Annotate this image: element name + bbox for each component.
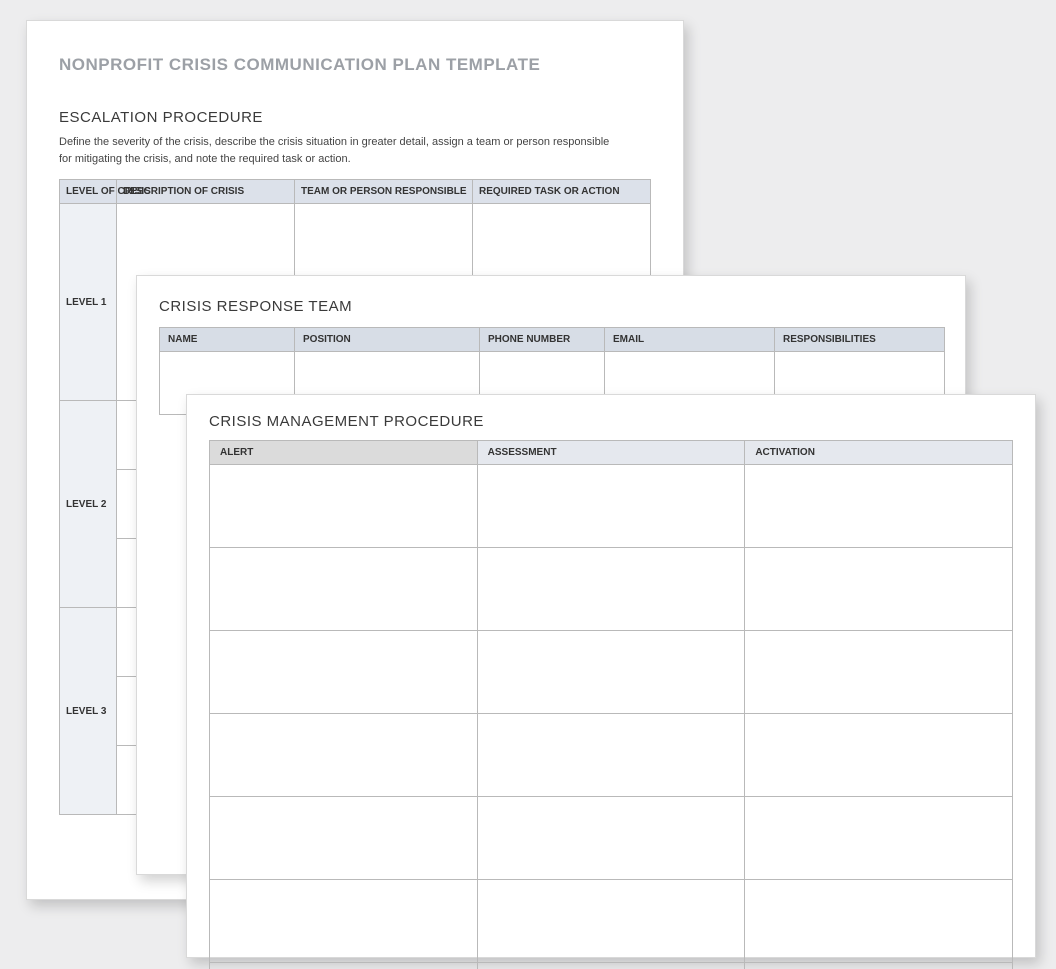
cell — [477, 631, 745, 714]
level-3-label: LEVEL 3 — [60, 608, 117, 815]
cell — [210, 880, 478, 963]
cell — [745, 963, 1013, 969]
sheet-management-procedure: CRISIS MANAGEMENT PROCEDURE ALERT ASSESS… — [186, 394, 1036, 958]
col-team: TEAM OR PERSON RESPONSIBLE — [295, 180, 473, 204]
document-title: NONPROFIT CRISIS COMMUNICATION PLAN TEMP… — [59, 55, 643, 75]
management-table: ALERT ASSESSMENT ACTIVATION — [209, 440, 1013, 969]
col-description: DESCRIPTION OF CRISIS — [117, 180, 295, 204]
cell — [745, 880, 1013, 963]
col-name: NAME — [160, 328, 295, 352]
col-assessment: ASSESSMENT — [477, 441, 745, 465]
escalation-description: Define the severity of the crisis, descr… — [59, 134, 619, 167]
cell — [210, 465, 478, 548]
cell — [745, 465, 1013, 548]
cell — [477, 714, 745, 797]
escalation-heading: ESCALATION PROCEDURE — [59, 109, 643, 126]
cell — [477, 465, 745, 548]
response-team-heading: CRISIS RESPONSE TEAM — [159, 298, 943, 315]
col-activation: ACTIVATION — [745, 441, 1013, 465]
col-task: REQUIRED TASK OR ACTION — [473, 180, 651, 204]
cell — [745, 548, 1013, 631]
col-responsibilities: RESPONSIBILITIES — [775, 328, 945, 352]
cell — [745, 797, 1013, 880]
cell — [477, 797, 745, 880]
cell — [210, 714, 478, 797]
col-level: LEVEL OF CRISIS — [60, 180, 117, 204]
cell — [210, 797, 478, 880]
cell — [477, 880, 745, 963]
cell — [477, 963, 745, 969]
cell — [210, 963, 478, 969]
col-email: EMAIL — [605, 328, 775, 352]
cell — [745, 631, 1013, 714]
canvas: NONPROFIT CRISIS COMMUNICATION PLAN TEMP… — [0, 0, 1056, 969]
level-2-label: LEVEL 2 — [60, 401, 117, 608]
col-alert: ALERT — [210, 441, 478, 465]
cell — [210, 548, 478, 631]
level-1-label: LEVEL 1 — [60, 204, 117, 401]
col-phone: PHONE NUMBER — [480, 328, 605, 352]
col-position: POSITION — [295, 328, 480, 352]
cell — [477, 548, 745, 631]
cell — [745, 714, 1013, 797]
cell — [210, 631, 478, 714]
management-heading: CRISIS MANAGEMENT PROCEDURE — [209, 413, 1013, 430]
